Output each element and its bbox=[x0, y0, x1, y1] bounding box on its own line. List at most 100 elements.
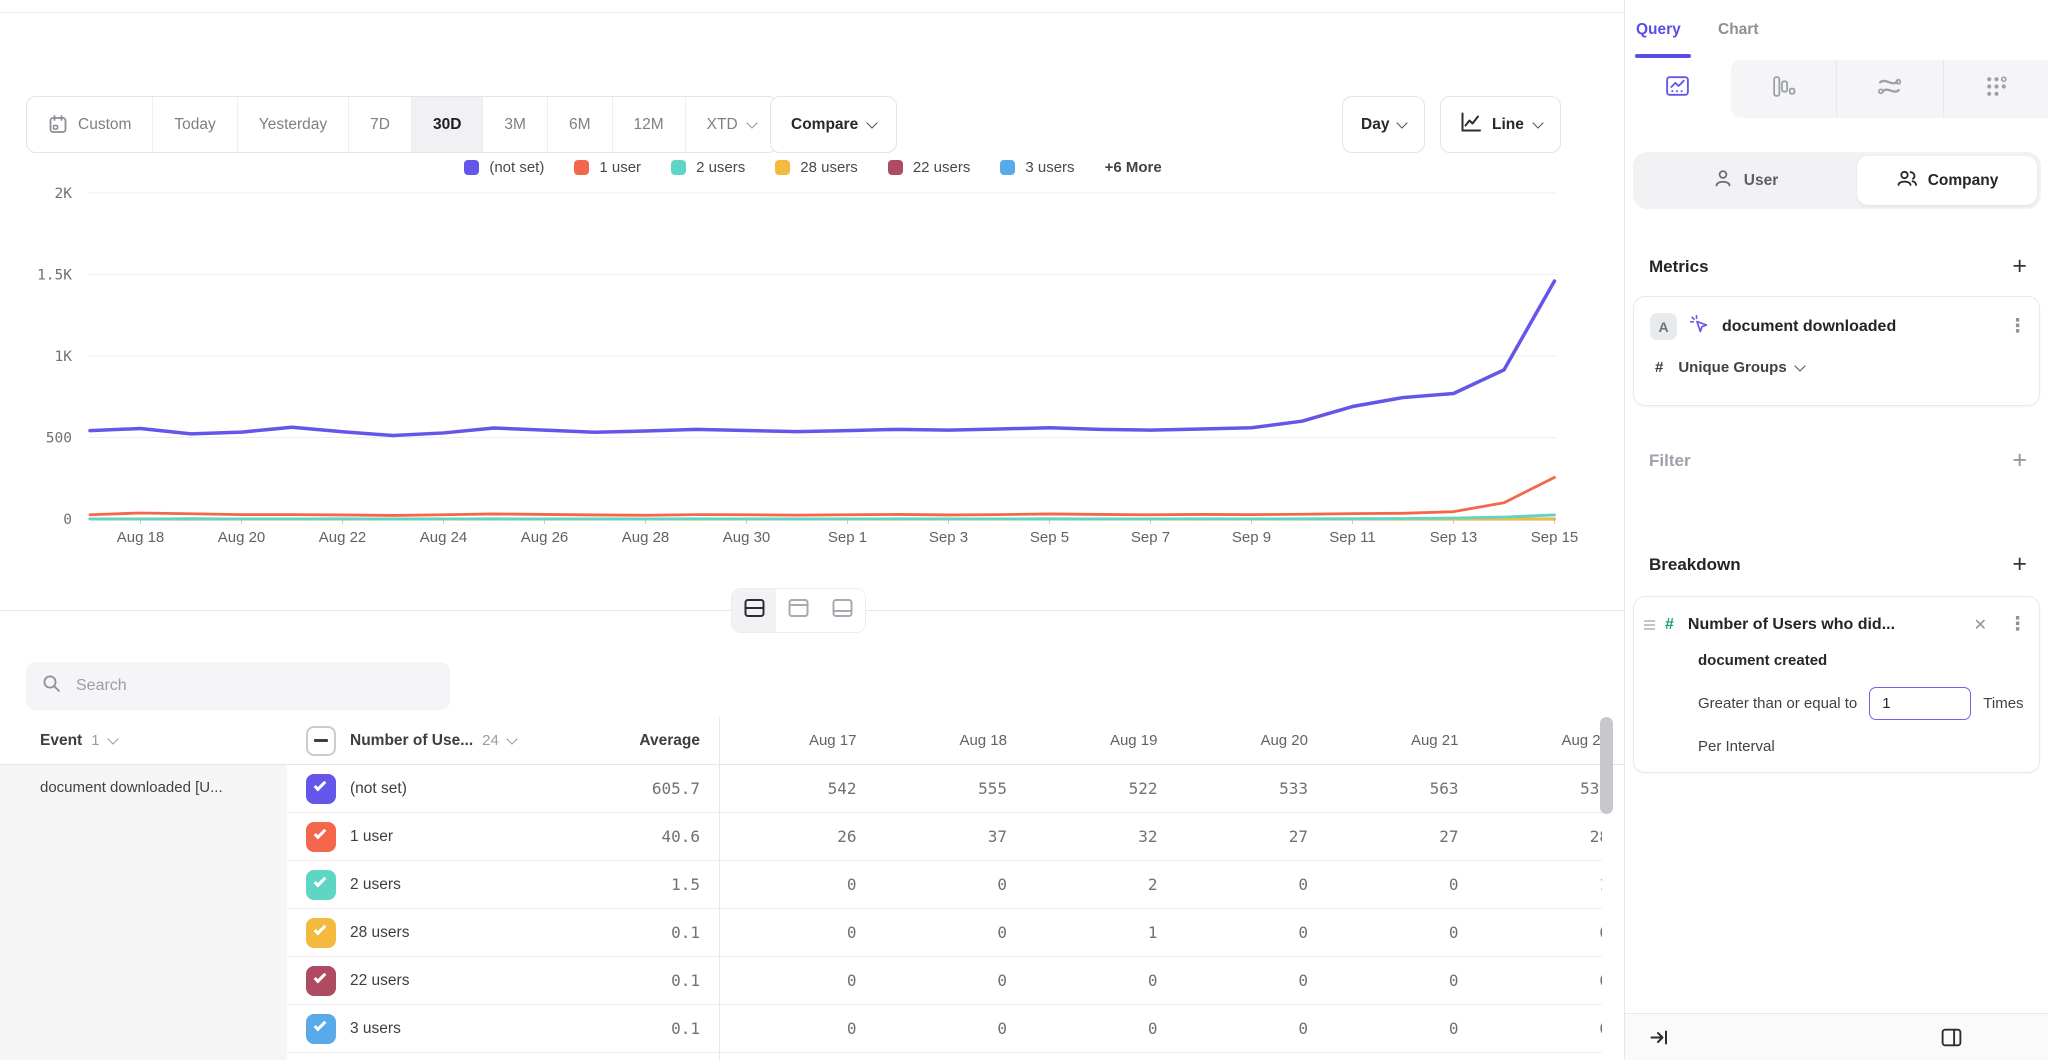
series-checkbox[interactable] bbox=[306, 918, 336, 948]
date-column-header[interactable]: Aug 21 bbox=[1322, 732, 1473, 749]
measure-label: Unique Groups bbox=[1678, 359, 1786, 376]
results-table: Event 1 Number of Use... 24 Average Aug … bbox=[0, 717, 1626, 1060]
range-option-custom[interactable]: Custom bbox=[27, 97, 153, 152]
kebab-menu-icon[interactable]: ⋮ bbox=[2008, 613, 2027, 636]
event-column-header[interactable]: Event 1 bbox=[0, 732, 296, 750]
check-icon bbox=[314, 778, 327, 791]
select-all-checkbox[interactable] bbox=[306, 726, 336, 756]
tab-query[interactable]: Query bbox=[1636, 21, 1681, 39]
tab-chart[interactable]: Chart bbox=[1718, 21, 1758, 39]
chart-series-line[interactable] bbox=[90, 477, 1555, 515]
range-option-today[interactable]: Today bbox=[153, 97, 237, 152]
close-icon[interactable]: ✕ bbox=[1974, 615, 1987, 635]
y-axis-tick-label: 2K bbox=[55, 186, 73, 202]
measure-dropdown[interactable]: Unique Groups bbox=[1678, 359, 1803, 376]
series-checkbox[interactable] bbox=[306, 822, 336, 852]
add-breakdown-button[interactable]: + bbox=[2012, 552, 2027, 577]
cell-value: 32 bbox=[1021, 827, 1172, 846]
range-option-xtd[interactable]: XTD bbox=[686, 97, 777, 152]
series-checkbox[interactable] bbox=[306, 966, 336, 996]
chart-type-tab-grid[interactable] bbox=[1943, 60, 2048, 118]
interval-label: Day bbox=[1361, 116, 1389, 134]
condition-label: Greater than or equal to bbox=[1698, 695, 1857, 712]
series-checkbox[interactable] bbox=[306, 870, 336, 900]
cell-value: 2 bbox=[1021, 875, 1172, 894]
date-values: 000000 bbox=[720, 971, 1602, 990]
chart-type-tab-line[interactable] bbox=[1625, 60, 1731, 118]
view-toggle-split[interactable] bbox=[732, 589, 776, 632]
series-checkbox[interactable] bbox=[306, 774, 336, 804]
times-input[interactable] bbox=[1869, 687, 1971, 720]
interval-button[interactable]: Day bbox=[1342, 96, 1425, 153]
series-label: 2 users bbox=[350, 876, 401, 894]
cell-value: 563 bbox=[1322, 779, 1473, 798]
date-values: 002001 bbox=[720, 875, 1602, 894]
chart-type-button[interactable]: Line bbox=[1440, 96, 1561, 153]
drag-handle-icon[interactable] bbox=[1644, 624, 1655, 626]
vertical-scrollbar[interactable] bbox=[1600, 717, 1613, 814]
check-icon bbox=[314, 922, 327, 935]
x-axis-tick-label: Aug 20 bbox=[218, 529, 266, 546]
table-header-row: Event 1 Number of Use... 24 Average Aug … bbox=[0, 717, 1626, 765]
cell-value: 533 bbox=[1172, 779, 1323, 798]
cell-value: 27 bbox=[1172, 827, 1323, 846]
range-option-3m[interactable]: 3M bbox=[483, 97, 548, 152]
metric-card[interactable]: A document downloaded ⋮ # Unique Groups bbox=[1633, 296, 2040, 406]
collapse-panel-icon[interactable] bbox=[1649, 1027, 1670, 1053]
date-column-header[interactable]: Aug 22 bbox=[1473, 732, 1603, 749]
x-axis-tick-label: Sep 9 bbox=[1232, 529, 1271, 546]
range-option-yesterday[interactable]: Yesterday bbox=[238, 97, 349, 152]
average-value: 0.1 bbox=[556, 1019, 700, 1038]
series-checkbox[interactable] bbox=[306, 1014, 336, 1044]
compare-button[interactable]: Compare bbox=[770, 96, 897, 153]
range-option-label: 3M bbox=[504, 116, 526, 134]
x-axis-tick-label: Sep 13 bbox=[1430, 529, 1478, 546]
average-value: 1.5 bbox=[556, 875, 700, 894]
series-header-button[interactable]: Number of Use... 24 bbox=[350, 732, 516, 750]
view-toggle-chart-only[interactable] bbox=[776, 589, 820, 632]
breakdown-event-name: document created bbox=[1698, 652, 1827, 669]
date-column-header[interactable]: Aug 18 bbox=[871, 732, 1022, 749]
metric-card-header: A document downloaded ⋮ bbox=[1650, 313, 2027, 340]
range-option-12m[interactable]: 12M bbox=[613, 97, 686, 152]
calendar-icon bbox=[48, 114, 68, 135]
add-metric-button[interactable]: + bbox=[2012, 254, 2027, 279]
cell-value: 0 bbox=[1172, 1019, 1323, 1038]
chevron-down-icon bbox=[867, 117, 878, 128]
add-filter-button[interactable]: + bbox=[2012, 448, 2027, 473]
series-cell: 2 users bbox=[296, 870, 556, 900]
query-panel: Query Chart User Company bbox=[1624, 0, 2048, 1060]
chart-type-tab-flow[interactable] bbox=[1836, 60, 1943, 118]
event-cell[interactable]: document downloaded [U... bbox=[0, 765, 287, 1060]
average-value: 0.1 bbox=[556, 923, 700, 942]
filter-section-header: Filter + bbox=[1649, 448, 2027, 473]
date-column-header[interactable]: Aug 20 bbox=[1172, 732, 1323, 749]
toggle-user[interactable]: User bbox=[1633, 152, 1857, 209]
chart-type-tab-bar[interactable] bbox=[1731, 60, 1837, 118]
cell-value: 0 bbox=[1021, 971, 1172, 990]
range-option-6m[interactable]: 6M bbox=[548, 97, 613, 152]
range-option-30d[interactable]: 30D bbox=[412, 97, 483, 152]
chart-series-line[interactable] bbox=[90, 281, 1555, 436]
breakdown-card[interactable]: # Number of Users who did... ✕ ⋮ documen… bbox=[1633, 596, 2040, 773]
range-option-label: XTD bbox=[707, 116, 738, 134]
bottom-pane-view-icon bbox=[831, 597, 854, 624]
series-label: 22 users bbox=[350, 972, 409, 990]
cell-value: 0 bbox=[1322, 923, 1473, 942]
x-axis-tick-label: Sep 11 bbox=[1329, 529, 1375, 546]
x-axis-tick-label: Aug 22 bbox=[319, 529, 367, 546]
kebab-menu-icon[interactable]: ⋮ bbox=[2008, 315, 2027, 338]
range-option-7d[interactable]: 7D bbox=[349, 97, 412, 152]
hash-property-icon: # bbox=[1665, 616, 1674, 634]
search-input[interactable] bbox=[74, 676, 434, 696]
date-column-header[interactable]: Aug 17 bbox=[720, 732, 871, 749]
check-icon bbox=[314, 970, 327, 983]
date-column-header[interactable]: Aug 19 bbox=[1021, 732, 1172, 749]
cell-value: 1 bbox=[1473, 875, 1603, 894]
toggle-company[interactable]: Company bbox=[1857, 156, 2037, 205]
series-cell: 1 user bbox=[296, 822, 556, 852]
line-chart[interactable]: 05001K1.5K2KAug 18Aug 20Aug 22Aug 24Aug … bbox=[0, 150, 1626, 555]
view-toggle-table-only[interactable] bbox=[821, 589, 865, 632]
sidebar-layout-icon[interactable] bbox=[1940, 1026, 1963, 1054]
range-option-label: 7D bbox=[370, 116, 390, 134]
